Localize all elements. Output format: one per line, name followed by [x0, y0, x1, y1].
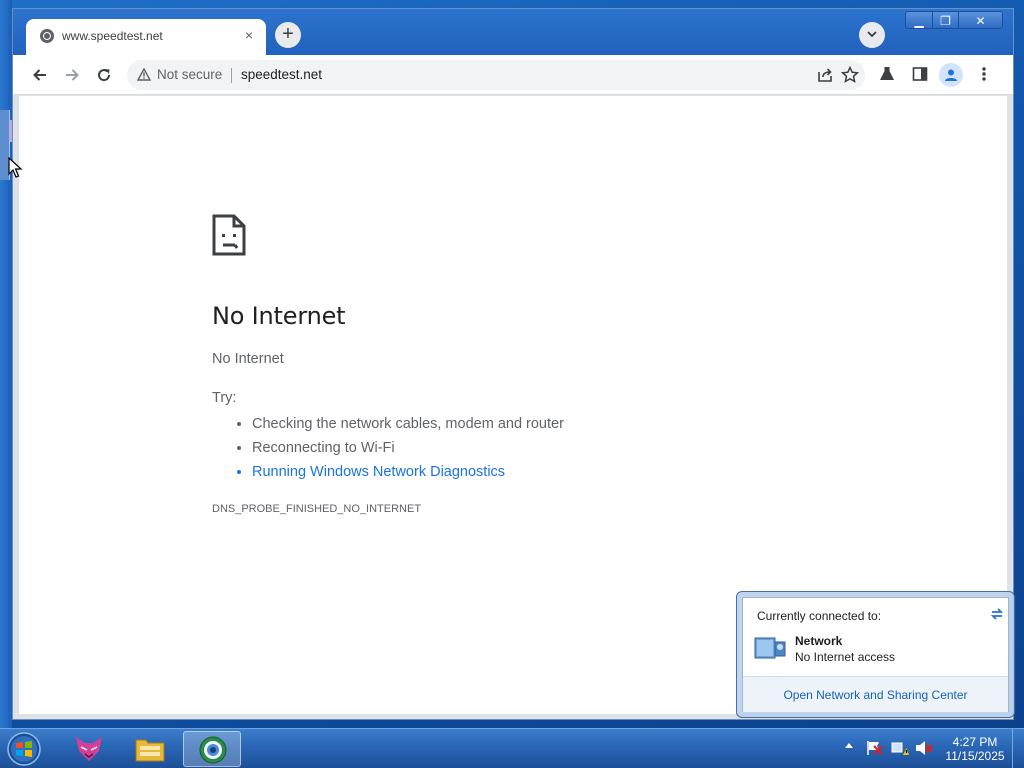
network-globe-icon — [754, 637, 786, 659]
suggestion-list: Checking the network cables, modem and r… — [252, 412, 564, 484]
clock-time: 4:27 PM — [952, 735, 998, 749]
labs-flask-icon[interactable] — [879, 66, 895, 82]
tab-title: www.speedtest.net — [62, 29, 163, 43]
tab-search-button[interactable] — [859, 22, 885, 48]
address-bar[interactable]: Not secure speedtest.net — [127, 60, 865, 90]
security-status-label[interactable]: Not secure — [157, 67, 222, 82]
back-arrow-icon — [33, 69, 46, 81]
error-code: DNS_PROBE_FINISHED_NO_INTERNET — [212, 503, 422, 515]
taskbar-file-explorer[interactable] — [121, 731, 179, 767]
forward-button[interactable] — [58, 61, 86, 89]
menu-kebab-icon[interactable] — [981, 66, 987, 82]
network-diagnostics-link-text[interactable]: Running Windows Network Diagnostics — [252, 464, 505, 480]
show-desktop-button[interactable] — [1012, 729, 1024, 768]
globe-favicon-icon — [40, 29, 54, 43]
side-panel-icon[interactable] — [912, 66, 928, 82]
try-label: Try: — [212, 390, 237, 406]
profile-button[interactable] — [939, 63, 963, 87]
reload-button[interactable] — [90, 61, 118, 89]
maximize-button[interactable]: ❐ — [932, 11, 958, 29]
chevron-down-icon — [867, 31, 877, 38]
suggestion-item: Reconnecting to Wi-Fi — [252, 436, 564, 460]
reload-icon — [98, 69, 111, 82]
start-orb-icon — [7, 732, 41, 766]
forward-arrow-icon — [66, 69, 79, 81]
mouse-cursor-icon — [8, 157, 23, 178]
taskbar: 4:27 PM 11/15/2025 — [0, 728, 1024, 768]
action-center-flag-icon[interactable] — [866, 740, 884, 756]
close-window-button[interactable]: ✕ — [958, 11, 1003, 29]
star-bookmark-icon[interactable] — [841, 66, 859, 84]
new-tab-button[interactable]: + — [275, 22, 301, 48]
tab-close-icon[interactable]: × — [240, 26, 258, 44]
refresh-connections-icon[interactable] — [989, 606, 1005, 622]
taskbar-browser[interactable] — [183, 731, 241, 767]
tab-strip: www.speedtest.net × + ▁ ❐ ✕ — [13, 9, 1013, 55]
browser-app-icon — [199, 736, 227, 764]
fox-app-icon — [76, 737, 102, 761]
warning-triangle-icon[interactable] — [137, 68, 151, 81]
network-status-icon[interactable] — [891, 740, 909, 756]
file-explorer-icon — [135, 739, 165, 762]
error-subheading: No Internet — [212, 351, 284, 367]
back-button[interactable] — [26, 61, 54, 89]
sad-page-icon — [212, 214, 246, 256]
minimize-button[interactable]: ▁ — [905, 11, 932, 29]
share-icon[interactable] — [817, 67, 833, 83]
browser-toolbar: Not secure speedtest.net — [13, 55, 1013, 95]
network-flyout-header: Currently connected to: — [757, 609, 882, 623]
volume-muted-icon[interactable] — [915, 740, 933, 756]
profile-icon — [945, 69, 957, 81]
network-flyout-footer: Open Network and Sharing Center — [743, 676, 1008, 712]
url-text[interactable]: speedtest.net — [241, 67, 322, 82]
open-network-center-link[interactable]: Open Network and Sharing Center — [743, 688, 1008, 702]
omnibox-divider — [231, 68, 232, 83]
error-heading: No Internet — [212, 302, 346, 330]
network-name: Network — [795, 634, 843, 648]
network-status: No Internet access — [795, 650, 896, 664]
system-clock[interactable]: 4:27 PM 11/15/2025 — [940, 735, 1010, 763]
network-diagnostics-link[interactable]: Running Windows Network Diagnostics — [252, 460, 564, 484]
browser-tab[interactable]: www.speedtest.net × — [26, 19, 266, 55]
clock-date: 11/15/2025 — [945, 749, 1005, 763]
suggestion-item: Checking the network cables, modem and r… — [252, 412, 564, 436]
network-flyout: Currently connected to: Network No Inter… — [736, 591, 1015, 718]
taskbar-fox-app[interactable] — [60, 731, 118, 767]
show-hidden-icons-button[interactable] — [845, 743, 853, 748]
start-button[interactable] — [6, 731, 46, 767]
